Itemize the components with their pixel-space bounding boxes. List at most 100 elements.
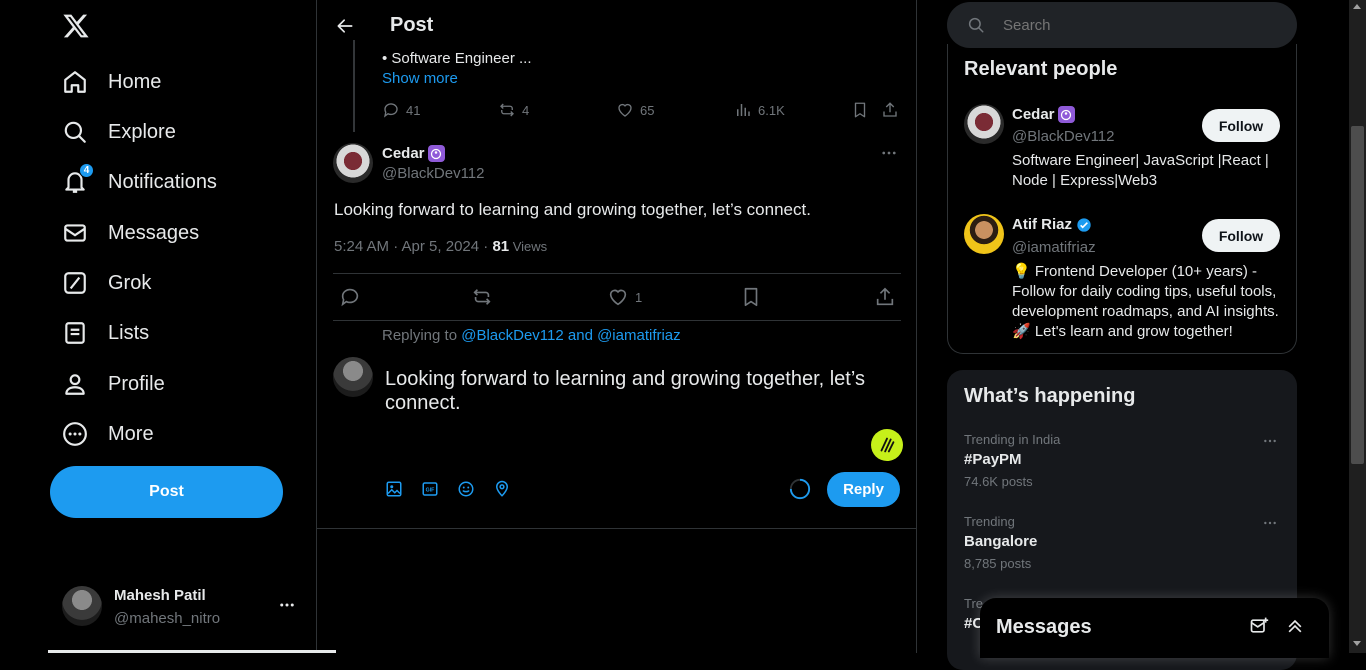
grammar-assistant-icon[interactable] xyxy=(871,429,903,461)
person-avatar[interactable] xyxy=(964,214,1004,254)
repost-icon xyxy=(500,103,514,117)
nav-notifications[interactable]: 4 Notifications xyxy=(62,162,217,202)
location-icon[interactable] xyxy=(493,480,511,498)
bell-icon: 4 xyxy=(62,163,94,195)
trend-more-icon[interactable] xyxy=(1262,433,1278,449)
post-meta: 5:24 AM · Apr 5, 2024 · 81 Views xyxy=(334,238,547,255)
account-name: Mahesh Patil xyxy=(114,587,206,604)
parent-view-count: 6.1K xyxy=(758,102,785,118)
account-more-icon[interactable] xyxy=(278,596,296,614)
trend-more-icon[interactable] xyxy=(1262,515,1278,531)
reply-button[interactable]: Reply xyxy=(827,472,900,507)
media-icon[interactable] xyxy=(385,480,403,498)
post-reply-action[interactable] xyxy=(339,286,361,308)
back-arrow-icon[interactable] xyxy=(335,16,355,36)
scroll-up-arrow-icon[interactable] xyxy=(1353,4,1361,9)
parent-reply-count: 41 xyxy=(406,102,421,118)
post-share-action[interactable] xyxy=(874,286,896,308)
nav-lists[interactable]: Lists xyxy=(62,313,149,353)
reply-textarea[interactable]: Looking forward to learning and growing … xyxy=(385,367,900,415)
parent-reply-action[interactable]: 41 xyxy=(382,101,420,119)
search-box[interactable] xyxy=(947,2,1297,48)
nav-messages[interactable]: Messages xyxy=(62,213,199,253)
notification-badge: 4 xyxy=(79,163,94,178)
show-more-link[interactable]: Show more xyxy=(382,70,458,87)
relevant-people-title: Relevant people xyxy=(964,58,1118,80)
divider xyxy=(333,320,901,321)
person-bio: Software Engineer| JavaScript |React | N… xyxy=(1012,152,1269,189)
trend-category: Trending in India xyxy=(964,432,1061,447)
trend-name[interactable]: #PayPM xyxy=(964,451,1022,468)
verified-org-badge-icon xyxy=(427,145,445,162)
post-button[interactable]: Post xyxy=(50,466,283,518)
person-name-row[interactable]: Atif Riaz xyxy=(1012,216,1092,233)
nav-grok[interactable]: Grok xyxy=(62,263,151,303)
person-handle[interactable]: @iamatifriaz xyxy=(1012,239,1096,256)
nav-home-label: Home xyxy=(108,70,162,93)
post-timestamp[interactable]: 5:24 AM · Apr 5, 2024 · xyxy=(334,238,492,255)
replying-to-handles[interactable]: @BlackDev112 and @iamatifriaz xyxy=(461,327,680,344)
trend-name[interactable]: Bangalore xyxy=(964,533,1037,550)
svg-text:GIF: GIF xyxy=(426,488,436,494)
reply-icon xyxy=(341,288,359,307)
thread-line xyxy=(353,40,355,132)
search-icon xyxy=(967,16,985,34)
post-more-icon[interactable] xyxy=(880,144,898,162)
account-handle: @mahesh_nitro xyxy=(114,610,221,627)
verified-badge-icon xyxy=(1076,217,1092,233)
heart-icon xyxy=(618,103,632,117)
post-author-avatar[interactable] xyxy=(333,143,373,183)
share-icon xyxy=(883,102,897,117)
new-message-icon[interactable] xyxy=(1249,616,1269,636)
expand-drawer-icon[interactable] xyxy=(1285,616,1305,636)
post-like-action[interactable]: 1 xyxy=(607,286,642,308)
post-views-count: 81 xyxy=(492,238,510,255)
nav-home[interactable]: Home xyxy=(62,62,161,102)
parent-views-action[interactable]: 6.1K xyxy=(734,101,785,119)
page-scrollbar[interactable] xyxy=(1349,0,1366,653)
person-name: Cedar xyxy=(1012,106,1055,123)
nav-more[interactable]: More xyxy=(62,414,154,454)
person-handle[interactable]: @BlackDev112 xyxy=(1012,128,1115,145)
views-icon xyxy=(737,104,750,116)
person-icon xyxy=(62,371,88,397)
nav-profile[interactable]: Profile xyxy=(62,364,165,404)
heart-icon xyxy=(609,289,627,306)
follow-button[interactable]: Follow xyxy=(1202,219,1280,252)
trend-count: 8,785 posts xyxy=(964,556,1032,571)
account-switcher[interactable]: Mahesh Patil @mahesh_nitro xyxy=(50,576,307,636)
character-counter-ring xyxy=(789,478,811,500)
parent-repost-action[interactable]: 4 xyxy=(498,101,529,119)
messages-drawer[interactable]: Messages xyxy=(980,598,1329,658)
person-name-row[interactable]: Cedar xyxy=(1012,106,1075,123)
post-repost-action[interactable] xyxy=(471,286,493,308)
parent-like-action[interactable]: 65 xyxy=(616,101,654,119)
bookmark-icon xyxy=(744,287,758,307)
post-author-handle[interactable]: @BlackDev112 xyxy=(382,165,485,182)
parent-like-count: 65 xyxy=(640,102,655,118)
nav-profile-label: Profile xyxy=(108,372,165,395)
trend-category: Trending xyxy=(964,514,1015,529)
main-column: Post • Software Engineer ... Show more 4… xyxy=(317,0,917,653)
post-bookmark-action[interactable] xyxy=(740,286,762,308)
person-avatar[interactable] xyxy=(964,104,1004,144)
follow-button[interactable]: Follow xyxy=(1202,109,1280,142)
gif-icon[interactable]: GIF xyxy=(421,480,439,498)
divider xyxy=(333,273,901,274)
whats-happening-title: What’s happening xyxy=(964,385,1136,407)
parent-share-action[interactable] xyxy=(881,101,899,119)
parent-repost-count: 4 xyxy=(522,102,530,118)
nav-explore[interactable]: Explore xyxy=(62,112,176,152)
post-author-name-row[interactable]: Cedar xyxy=(382,145,445,162)
scrollbar-thumb[interactable] xyxy=(1351,126,1364,464)
messages-drawer-title: Messages xyxy=(996,616,1092,638)
x-logo-icon[interactable] xyxy=(62,12,90,40)
list-icon xyxy=(62,320,88,346)
scroll-down-arrow-icon[interactable] xyxy=(1353,641,1361,646)
composer-avatar[interactable] xyxy=(333,357,373,397)
emoji-icon[interactable] xyxy=(457,480,475,498)
nav-grok-label: Grok xyxy=(108,271,152,294)
search-input[interactable] xyxy=(1003,16,1283,34)
parent-bookmark-action[interactable] xyxy=(851,101,869,119)
repost-icon xyxy=(473,289,491,305)
